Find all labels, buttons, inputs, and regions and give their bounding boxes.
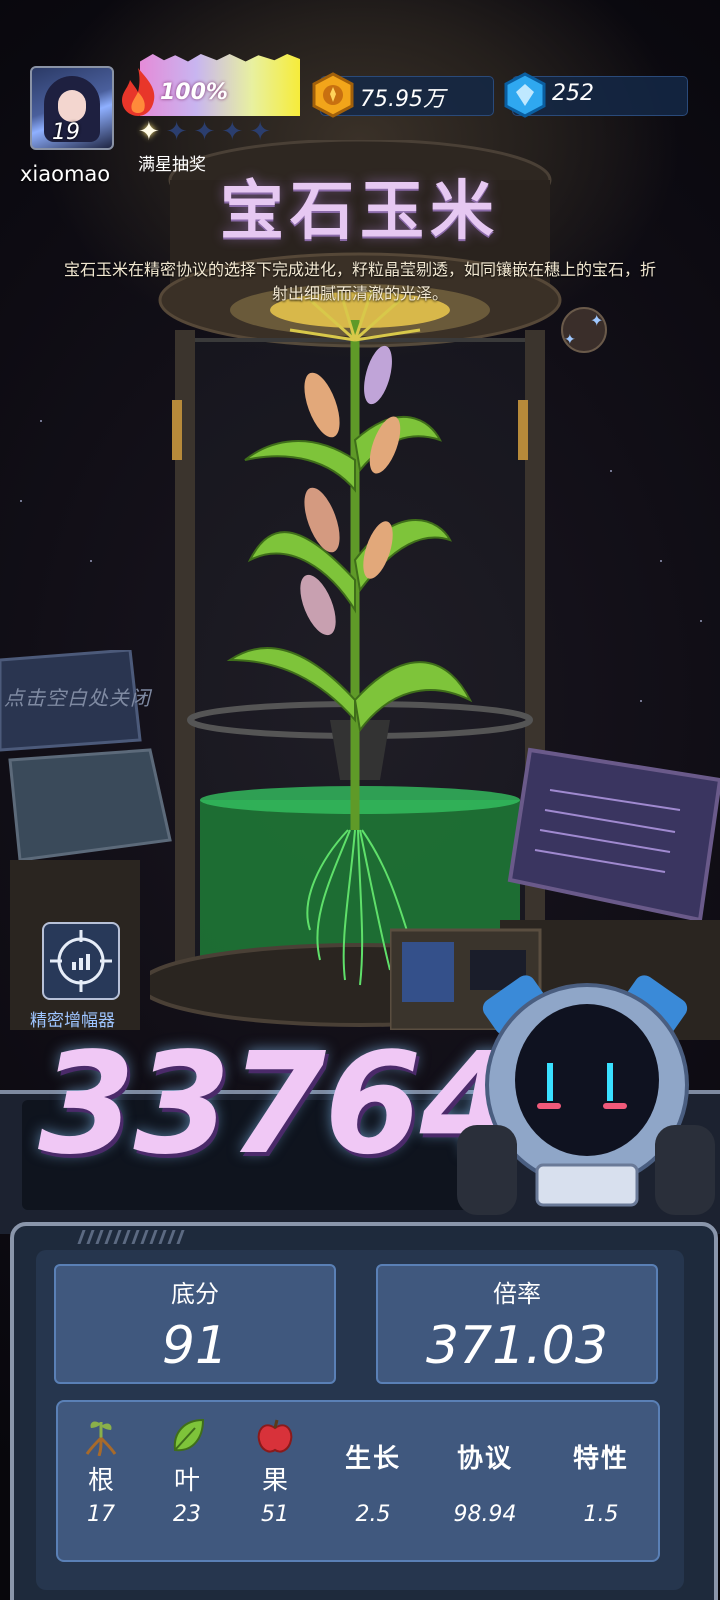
amplifier-button[interactable]	[42, 922, 120, 1000]
sparkle-orb-icon[interactable]: ✦ ✦	[556, 304, 612, 354]
stat-growth-value: 2.5	[355, 1502, 391, 1527]
stat-leaf-value: 23	[173, 1502, 201, 1527]
stat-trait-value: 1.5	[583, 1502, 619, 1527]
stat-trait: 特性	[556, 1400, 646, 1475]
multiplier-value: 371.03	[426, 1316, 608, 1376]
gold-amount: 75.95万	[360, 87, 445, 112]
star-empty-icon: ✦	[249, 117, 271, 147]
stat-growth: 生长	[328, 1400, 418, 1475]
root-icon	[85, 1421, 117, 1456]
item-title: 宝石玉米	[220, 175, 500, 249]
stat-root-value: 17	[87, 1502, 115, 1527]
multiplier-box: 倍率 371.03	[376, 1264, 658, 1384]
stat-fruit-value: 51	[261, 1502, 289, 1527]
background-star	[40, 420, 42, 422]
stat-protocol-label: 协议	[456, 1444, 513, 1474]
energy-percent: 100%	[160, 80, 228, 105]
multiplier-label: 倍率	[493, 1280, 541, 1308]
player-level: 19	[52, 120, 80, 145]
stat-leaf-label: 叶	[173, 1466, 200, 1496]
game-screen[interactable]: 19 xiaomao 100% ✦ ✦ ✦ ✦ ✦ 满星抽奖 75.95万 25…	[0, 0, 720, 1600]
stat-leaf: 叶	[142, 1400, 232, 1497]
base-score-label: 底分	[171, 1280, 219, 1308]
svg-text:✦: ✦	[590, 311, 603, 330]
background-star	[700, 620, 702, 622]
stat-fruit-label: 果	[261, 1466, 288, 1496]
stat-root: 根	[56, 1400, 146, 1497]
robot-mascot-illustration	[457, 975, 715, 1215]
star-empty-icon: ✦	[165, 117, 188, 147]
apple-icon	[257, 1419, 293, 1453]
gold-coin-icon	[312, 72, 354, 118]
star-rating: ✦ ✦ ✦ ✦ ✦	[138, 118, 271, 146]
leaf-icon	[173, 1418, 205, 1452]
background-star	[90, 560, 92, 562]
stat-trait-label: 特性	[572, 1444, 629, 1474]
star-empty-icon: ✦	[221, 117, 244, 147]
svg-text:✦: ✦	[564, 332, 576, 348]
avatar-face	[58, 90, 86, 122]
flame-icon	[122, 68, 155, 116]
base-score-value: 91	[161, 1316, 229, 1376]
blue-gem-icon	[504, 72, 546, 118]
star-filled-icon: ✦	[138, 117, 160, 147]
item-description: 宝石玉米在精密协议的选择下完成进化，籽粒晶莹剔透，如同镶嵌在穗上的宝石，折射出细…	[63, 260, 656, 303]
background-star	[660, 560, 662, 562]
gem-amount: 252	[552, 81, 594, 106]
background-star	[640, 700, 642, 702]
total-score: 33764	[38, 1023, 517, 1186]
stat-fruit: 果	[230, 1400, 320, 1497]
close-hint[interactable]: 点击空白处关闭	[4, 682, 151, 711]
stat-protocol: 协议	[440, 1400, 530, 1475]
stat-growth-label: 生长	[344, 1444, 401, 1474]
background-star	[20, 500, 22, 502]
stat-protocol-value: 98.94	[453, 1502, 517, 1527]
panel-vent	[77, 1230, 185, 1244]
background-star	[610, 470, 612, 472]
base-score-box: 底分 91	[54, 1264, 336, 1384]
target-chart-icon	[50, 930, 112, 992]
stat-root-label: 根	[87, 1466, 114, 1496]
star-empty-icon: ✦	[193, 117, 216, 147]
